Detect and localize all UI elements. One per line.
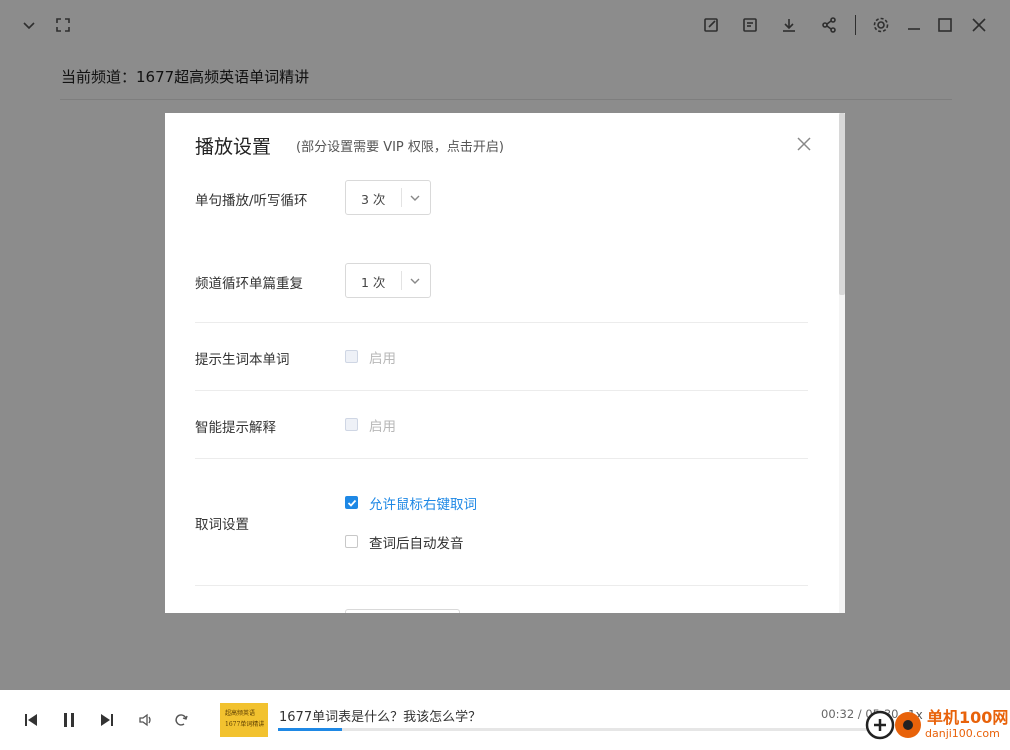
track-cover-image[interactable]: 超高频英语 1677单词精讲 (220, 703, 268, 737)
next-track-icon[interactable] (96, 709, 118, 731)
channel-repeat-label: 频道循环单篇重复 (195, 276, 303, 292)
smart-hint-checkbox[interactable] (345, 418, 358, 431)
player-bar: 超高频英语 1677单词精讲 1677单词表是什么？我该怎么学？ 00:32 /… (0, 690, 1010, 750)
watermark-logo-icon (863, 708, 923, 742)
progress-bar[interactable] (278, 728, 888, 731)
watermark-url: danji100.com (925, 727, 1000, 740)
pause-icon[interactable] (58, 709, 80, 731)
divider (195, 322, 808, 323)
watermark-name: 单机100网 (927, 708, 1009, 727)
auto-pronounce-label[interactable]: 查词后自动发音 (369, 532, 464, 552)
divider (195, 585, 808, 586)
chevron-down-icon (408, 190, 422, 204)
previous-track-icon[interactable] (20, 709, 42, 731)
dialog-scrollbar[interactable] (839, 113, 845, 613)
vocab-hint-checkbox[interactable] (345, 350, 358, 363)
sentence-loop-label: 单句播放/听写循环 (195, 193, 308, 209)
close-icon[interactable] (795, 135, 813, 153)
divider (195, 458, 808, 459)
smart-hint-label: 智能提示解释 (195, 420, 276, 436)
progress-fill (278, 728, 343, 731)
dialog-title: 播放设置 (195, 136, 272, 158)
right-click-lookup-checkbox[interactable] (345, 496, 358, 509)
right-click-lookup-label[interactable]: 允许鼠标右键取词 (369, 493, 477, 513)
select-value: 1 次 (361, 275, 386, 290)
volume-icon[interactable] (135, 709, 157, 731)
auto-pronounce-checkbox[interactable] (345, 535, 358, 548)
track-title: 1677单词表是什么？我该怎么学？ (279, 710, 482, 725)
select-value: 3 次 (361, 192, 386, 207)
smart-hint-enable-label[interactable]: 启用 (369, 415, 396, 435)
dialog-subtitle-vip[interactable]: (部分设置需要 VIP 权限，点击开启) (296, 136, 504, 155)
playback-settings-dialog: 播放设置 (部分设置需要 VIP 权限，点击开启) 单句播放/听写循环 3 次 … (165, 113, 845, 613)
repeat-icon[interactable] (170, 709, 192, 731)
channel-repeat-select[interactable]: 1 次 (345, 263, 431, 298)
settings-select-partial[interactable] (345, 609, 460, 613)
word-lookup-settings-label: 取词设置 (195, 517, 249, 533)
vocab-hint-enable-label[interactable]: 启用 (369, 347, 396, 367)
sentence-loop-select[interactable]: 3 次 (345, 180, 431, 215)
vocab-hint-label: 提示生词本单词 (195, 352, 290, 368)
chevron-down-icon (408, 273, 422, 287)
divider (195, 390, 808, 391)
scrollbar-thumb[interactable] (839, 113, 845, 295)
